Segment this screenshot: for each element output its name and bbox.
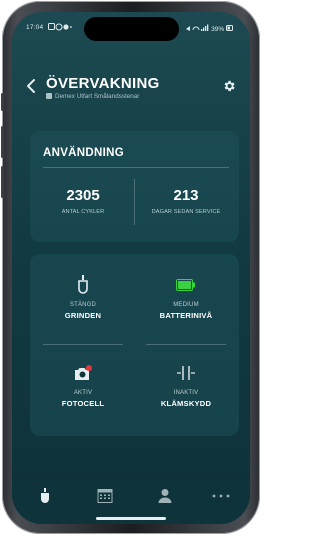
app-screen: 17:04 39% ÖVERVAKNING Demex Utfart Småla… xyxy=(12,12,250,524)
dynamic-island xyxy=(84,17,179,41)
battery-icon xyxy=(136,274,236,296)
battery-label: BATTERINIVÅ xyxy=(159,311,213,320)
service-days-stat: 213 DAGAR SEDAN SERVICE xyxy=(136,187,236,215)
cycles-label: ANTAL CYKLER xyxy=(61,209,105,215)
notification-icons xyxy=(48,23,72,33)
page-subtitle: Demex Utfart Smålandsstenar xyxy=(46,93,139,100)
volume-up-button xyxy=(1,126,4,158)
volume-down-button xyxy=(1,166,4,198)
back-chevron-icon[interactable] xyxy=(26,78,36,97)
photocell-status-tile[interactable]: AKTIV FOTOCELL xyxy=(33,362,133,408)
pinch-guard-state: INAKTIV xyxy=(173,390,199,396)
more-tab-icon[interactable] xyxy=(206,486,236,506)
status-right: 39% xyxy=(185,24,234,33)
gate-icon xyxy=(33,274,133,296)
battery-percent: 39% xyxy=(211,26,225,33)
photocell-state: AKTIV xyxy=(73,390,93,396)
usage-divider xyxy=(43,167,229,168)
gate-label: GRINDEN xyxy=(64,311,102,320)
status-battery-icon xyxy=(226,25,233,31)
usage-title: ANVÄNDNING xyxy=(43,147,124,159)
pinch-guard-label: KLÄMSKYDD xyxy=(160,399,212,408)
usage-card: ANVÄNDNING 2305 ANTAL CYKLER 213 DAGAR S… xyxy=(30,131,239,242)
service-days-label: DAGAR SEDAN SERVICE xyxy=(151,209,221,215)
photocell-label: FOTOCELL xyxy=(61,399,105,408)
pinch-guard-icon xyxy=(136,362,236,384)
site-name: Demex Utfart Smålandsstenar xyxy=(55,93,140,100)
cycles-stat: 2305 ANTAL CYKLER xyxy=(33,187,133,215)
tile-divider-right xyxy=(146,344,226,345)
gate-status-tile[interactable]: STÄNGD GRINDEN xyxy=(33,274,133,320)
home-indicator xyxy=(96,517,166,520)
battery-state: MEDIUM xyxy=(173,302,199,308)
user-tab-icon[interactable] xyxy=(150,486,180,506)
gear-icon[interactable] xyxy=(222,79,236,98)
building-icon xyxy=(46,93,52,99)
signal-icons xyxy=(186,24,209,31)
mute-switch xyxy=(1,93,4,111)
stat-divider xyxy=(134,179,135,225)
phone-frame: 17:04 39% ÖVERVAKNING Demex Utfart Småla… xyxy=(1,1,260,534)
tile-divider-left xyxy=(43,344,123,345)
page-title: ÖVERVAKNING xyxy=(46,75,160,92)
status-time: 17:04 xyxy=(26,24,44,31)
page-header: ÖVERVAKNING Demex Utfart Smålandsstenar xyxy=(12,72,250,112)
cycles-value: 2305 xyxy=(66,187,100,204)
calendar-tab-icon[interactable] xyxy=(90,486,120,506)
gate-state: STÄNGD xyxy=(69,302,97,308)
camera-icon xyxy=(33,362,133,384)
battery-status-tile[interactable]: MEDIUM BATTERINIVÅ xyxy=(136,274,236,320)
pinch-guard-status-tile[interactable]: INAKTIV KLÄMSKYDD xyxy=(136,362,236,408)
tab-bar xyxy=(12,478,250,524)
controls-card: STÄNGD GRINDEN MEDIUM BATTERINIVÅ AKTIV … xyxy=(30,254,239,436)
gate-tab-icon[interactable] xyxy=(30,486,60,506)
service-days-value: 213 xyxy=(173,187,199,204)
